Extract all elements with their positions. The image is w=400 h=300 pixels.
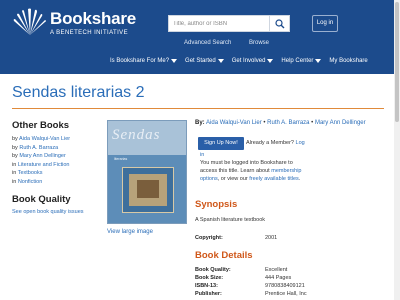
site-header: Bookshare A BENETECH INITIATIVE Log in A… — [0, 0, 400, 74]
quality-issues-link[interactable]: See open book quality issues — [12, 209, 100, 215]
free-titles-link[interactable]: freely available titles — [249, 176, 299, 182]
other-books-link[interactable]: Aida Walqui-Van Lier — [19, 136, 70, 142]
chevron-down-icon — [171, 59, 178, 63]
bookshare-logo[interactable]: Bookshare A BENETECH INITIATIVE — [12, 7, 136, 39]
other-books-item: by Ruth A. Barraza — [12, 144, 59, 151]
chevron-down-icon — [217, 59, 224, 63]
author-link[interactable]: Mary Ann Dellinger — [315, 120, 366, 126]
detail-value: Prentice Hall, Inc — [265, 291, 307, 297]
search-icon — [275, 19, 285, 29]
detail-label: Book Quality: — [195, 267, 231, 273]
login-button[interactable]: Log in — [312, 15, 338, 32]
other-books-item: in Literature and Fiction — [12, 161, 70, 168]
other-books-item: by Mary Ann Dellinger — [12, 153, 66, 159]
other-books-heading: Other Books — [12, 120, 70, 131]
main-nav: Is Bookshare For Me? Get Started Get Inv… — [110, 57, 376, 65]
sidebar: Other Books by Aida Walqui-Van Lier by R… — [12, 120, 100, 215]
book-quality-heading: Book Quality — [12, 194, 71, 205]
nav-my-bookshare[interactable]: My Bookshare — [329, 57, 367, 65]
detail-label: ISBN-13: — [195, 283, 218, 289]
nav-help-center[interactable]: Help Center — [281, 57, 322, 65]
copyright-label: Copyright: — [195, 235, 223, 241]
detail-label: Book Size: — [195, 275, 224, 281]
other-books-link[interactable]: Textbooks — [18, 170, 43, 176]
page-title: Sendas literarias 2 — [12, 84, 145, 101]
brand-name: Bookshare — [50, 9, 137, 28]
detail-value: 9780838409121 — [265, 283, 305, 289]
detail-value: 444 Pages — [265, 275, 292, 281]
detail-label: Publisher: — [195, 291, 222, 297]
membership-message: access this title. Learn about membershi… — [200, 168, 302, 174]
nav-is-bookshare-for-me[interactable]: Is Bookshare For Me? — [110, 57, 178, 65]
free-titles-message: options, or view our freely available ti… — [200, 176, 301, 182]
scrollbar-thumb[interactable] — [395, 2, 399, 122]
other-books-item: by Aida Walqui-Van Lier — [12, 136, 71, 142]
already-member-text: Already a Member? Log — [246, 140, 305, 146]
view-large-image-link[interactable]: View large image — [107, 229, 153, 235]
other-books-link[interactable]: Mary Ann Dellinger — [19, 153, 65, 159]
book-details-heading: Book Details — [195, 250, 253, 261]
membership-link[interactable]: membership — [271, 168, 301, 174]
other-books-item: in Textbooks — [12, 170, 43, 176]
logo-fan-icon — [13, 8, 46, 35]
nav-get-involved[interactable]: Get Involved — [232, 57, 274, 65]
synopsis-heading: Synopsis — [195, 199, 238, 210]
login-link[interactable]: Log — [296, 140, 305, 146]
chevron-down-icon — [315, 59, 322, 63]
search-button[interactable] — [270, 15, 290, 32]
chevron-down-icon — [267, 59, 274, 63]
author-link[interactable]: Aida Walqui-Van Lier — [206, 120, 262, 126]
cover-artwork — [122, 167, 174, 213]
login-link-continued[interactable]: in — [200, 152, 204, 158]
login-message: You must be logged into Bookshare to — [200, 160, 293, 166]
book-cover[interactable]: Sendas literarias — [107, 120, 187, 224]
advanced-search-link[interactable]: Advanced Search — [184, 40, 231, 46]
other-books-item: in Nonfiction — [12, 178, 43, 185]
title-divider — [12, 108, 384, 109]
detail-value: Excellent — [265, 267, 288, 273]
cover-title: Sendas — [112, 127, 161, 143]
other-books-link[interactable]: Literature and Fiction — [18, 162, 70, 168]
other-books-link[interactable]: Ruth A. Barraza — [19, 145, 58, 151]
nav-get-started[interactable]: Get Started — [185, 57, 224, 65]
author-link[interactable]: Ruth A. Barraza — [267, 120, 309, 126]
cover-subtitle: literarias — [114, 157, 128, 161]
brand-tagline: A BENETECH INITIATIVE — [50, 30, 128, 36]
sign-up-button[interactable]: Sign Up Now! — [198, 137, 244, 150]
search-input[interactable] — [168, 15, 270, 32]
options-link[interactable]: options — [200, 176, 218, 182]
authors-line: By: Aida Walqui-Van Lier • Ruth A. Barra… — [195, 120, 366, 126]
page-scrollbar[interactable] — [394, 0, 400, 300]
other-books-link[interactable]: Nonfiction — [18, 179, 42, 185]
copyright-value: 2001 — [265, 235, 278, 241]
browse-link[interactable]: Browse — [249, 40, 269, 46]
synopsis-text: A Spanish literature textbook — [195, 217, 266, 223]
